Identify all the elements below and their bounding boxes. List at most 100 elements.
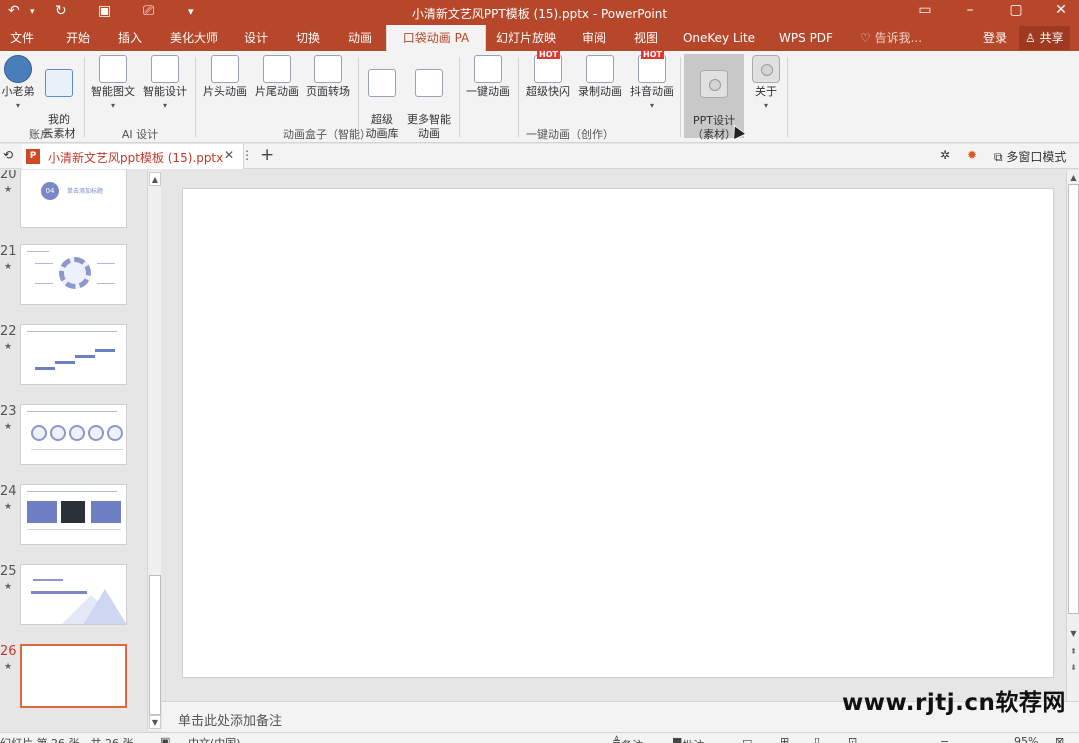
tab-insert[interactable]: 插入: [108, 25, 152, 51]
share-label: 共享: [1039, 31, 1064, 45]
share-button[interactable]: ♙ 共享: [1019, 26, 1070, 50]
about-button[interactable]: 关于 ▾: [750, 55, 782, 113]
tab-pocket-animation[interactable]: 口袋动画 PA: [386, 25, 486, 51]
slide-thumbnail[interactable]: 04 单击添加标题: [20, 170, 127, 228]
one-click-animation-button[interactable]: 一键动画: [463, 55, 513, 99]
settings-icon[interactable]: ✹: [967, 148, 977, 162]
slide-thumbnail-item[interactable]: 22 ★: [0, 324, 147, 394]
slide-counter: 幻灯片 第 26 张，共 26 张: [0, 735, 133, 743]
language-indicator[interactable]: 中文(中国): [188, 735, 241, 743]
tab-home[interactable]: 开始: [56, 25, 100, 51]
close-icon[interactable]: ✕: [1046, 2, 1076, 18]
tab-slideshow[interactable]: 幻灯片放映: [492, 25, 560, 51]
tab-beautify[interactable]: 美化大师: [162, 25, 226, 51]
thumb-line: [97, 283, 115, 284]
tell-me-search[interactable]: ♡ 告诉我...: [856, 25, 926, 51]
login-link[interactable]: 登录: [983, 25, 1007, 51]
slideshow-view-icon[interactable]: ⊡: [848, 735, 857, 743]
multi-window-label: 多窗口模式: [1006, 150, 1067, 164]
thumb-box: [91, 501, 121, 523]
slide-thumbnail[interactable]: [20, 404, 127, 465]
thumb-line: [27, 529, 121, 530]
editor-scrollbar[interactable]: ▲ ▼ ⇞ ⇟: [1066, 170, 1079, 701]
minimize-icon[interactable]: –: [955, 2, 985, 18]
slide-thumbnail[interactable]: [20, 324, 127, 385]
slide-thumbnail-item[interactable]: 23 ★: [0, 404, 147, 474]
flash-hot-icon: [534, 50, 562, 83]
slide-thumbnail-item[interactable]: 25 ★: [0, 564, 147, 634]
scrollbar-thumb[interactable]: [1068, 184, 1079, 614]
slide-thumbnail-selected[interactable]: [20, 644, 127, 708]
zoom-level[interactable]: 95%: [1014, 735, 1038, 743]
tab-onekey-lite[interactable]: OneKey Lite: [680, 25, 758, 51]
zoom-out-icon[interactable]: −: [940, 735, 949, 743]
thumb-line: [35, 263, 53, 264]
comments-toggle[interactable]: ■ 批注: [672, 735, 704, 743]
thumb-step: [35, 367, 55, 370]
document-tab[interactable]: P 小清新文艺风ppt模板 (15).pptx ✕ ⋮: [22, 144, 253, 169]
scroll-down-icon[interactable]: ▼: [149, 715, 161, 729]
smart-design-button[interactable]: 智能设计 ▾: [140, 55, 190, 113]
maximize-icon[interactable]: ▢: [1001, 2, 1031, 18]
normal-view-icon[interactable]: ▭: [742, 735, 752, 743]
notes-toggle[interactable]: ≜ 备注: [612, 735, 643, 743]
slide-thumbnail-item[interactable]: 21 ★: [0, 244, 147, 314]
intro-animation-button[interactable]: 片头动画: [200, 55, 250, 99]
pin-icon[interactable]: ✲: [940, 148, 950, 162]
current-slide-canvas[interactable]: [182, 188, 1054, 678]
tab-review[interactable]: 审阅: [574, 25, 614, 51]
tab-more-icon[interactable]: ⋮: [241, 148, 253, 162]
divider: [195, 57, 196, 137]
chevron-down-icon: ▾: [162, 101, 167, 110]
chevron-down-icon: ▾: [15, 101, 20, 110]
super-flash-label: 超级快闪: [526, 85, 570, 98]
slide-thumbnail-item[interactable]: 20 ★ 04 单击添加标题: [0, 170, 147, 237]
slide-thumbnail[interactable]: [20, 564, 127, 625]
slide-thumbnail-item[interactable]: 24 ★: [0, 484, 147, 554]
ribbon-display-icon[interactable]: ▭: [910, 2, 940, 18]
fit-to-window-icon[interactable]: ⊠: [1055, 735, 1064, 743]
record-animation-button[interactable]: 录制动画: [575, 55, 625, 99]
previous-slide-icon[interactable]: ⇞: [1068, 646, 1079, 658]
ribbon: 小老弟 ▾ 我的 云素材 智能图文 ▾ 智能设计 ▾ 片头动画 片尾动画 页面转…: [0, 50, 1079, 167]
spellcheck-icon[interactable]: ▣: [160, 735, 170, 743]
slide-number: 22: [0, 324, 17, 339]
tab-design[interactable]: 设计: [234, 25, 278, 51]
next-slide-icon[interactable]: ⇟: [1068, 662, 1079, 674]
smart-graphic-button[interactable]: 智能图文 ▾: [88, 55, 138, 113]
tab-file[interactable]: 文件: [0, 25, 44, 51]
close-tab-icon[interactable]: ✕: [224, 148, 234, 162]
thumb-line: [27, 251, 49, 252]
scroll-down-icon[interactable]: ▼: [1068, 628, 1079, 640]
scroll-up-icon[interactable]: ▲: [149, 172, 161, 186]
thumbnail-scrollbar[interactable]: ▲ ▼: [147, 170, 161, 731]
thumb-photo: [61, 501, 85, 523]
page-transition-button[interactable]: 页面转场: [303, 55, 353, 99]
tab-view[interactable]: 视图: [626, 25, 666, 51]
thumb-line: [31, 591, 87, 594]
tab-history-icon[interactable]: ⟲: [3, 148, 13, 162]
animation-star-icon: ★: [4, 662, 13, 672]
reading-view-icon[interactable]: ▯: [814, 735, 820, 743]
animation-star-icon: ★: [4, 185, 13, 195]
lightbulb-icon: ♡: [859, 31, 871, 45]
add-tab-icon[interactable]: +: [260, 145, 274, 165]
scroll-up-icon[interactable]: ▲: [1068, 172, 1079, 184]
douyin-animation-button[interactable]: 抖音动画 ▾: [627, 50, 677, 113]
outro-animation-button[interactable]: 片尾动画: [252, 55, 302, 99]
tab-animations[interactable]: 动画: [338, 25, 382, 51]
slide-thumbnail-item[interactable]: 26 ★: [0, 644, 147, 714]
thumb-line: [27, 411, 117, 412]
tab-transitions[interactable]: 切换: [286, 25, 330, 51]
slide-thumbnail[interactable]: [20, 244, 127, 305]
super-flash-button[interactable]: 超级快闪: [523, 50, 573, 99]
account-button[interactable]: 小老弟 ▾: [0, 55, 36, 113]
tab-wps-pdf[interactable]: WPS PDF: [772, 25, 840, 51]
slide-thumbnail[interactable]: [20, 484, 127, 545]
multi-window-button[interactable]: ⧉ 多窗口模式: [994, 148, 1066, 165]
divider: [84, 57, 85, 137]
sorter-view-icon[interactable]: ⊞: [780, 735, 789, 743]
slide-number: 25: [0, 564, 17, 579]
scrollbar-thumb[interactable]: [149, 575, 161, 715]
lightning-icon: [474, 55, 502, 83]
